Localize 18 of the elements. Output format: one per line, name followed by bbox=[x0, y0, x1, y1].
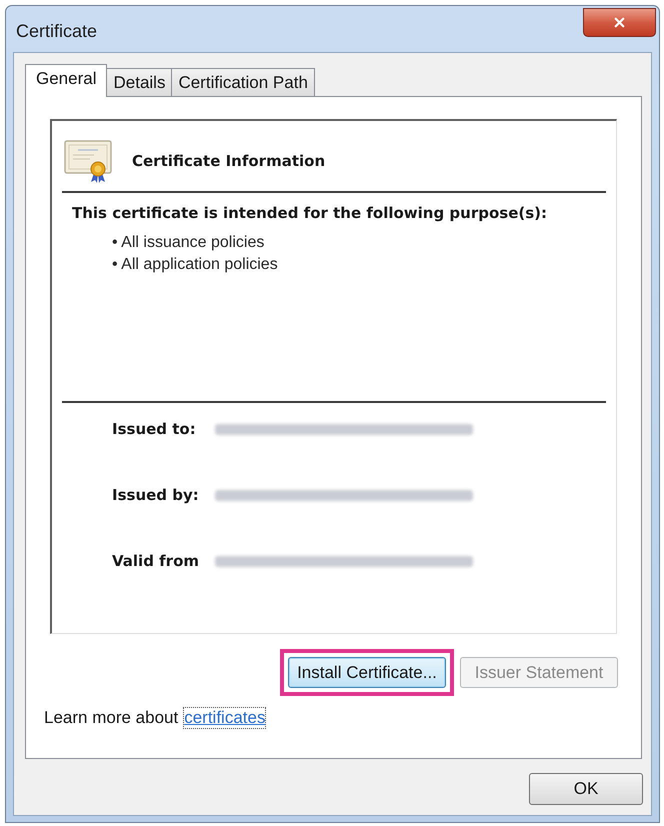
ok-button[interactable]: OK bbox=[529, 773, 643, 805]
field-label: Issued to: bbox=[112, 420, 197, 438]
window-title: Certificate bbox=[16, 20, 98, 42]
section-heading: Certificate Information bbox=[132, 152, 326, 170]
purpose-item: • All issuance policies bbox=[112, 233, 264, 253]
close-button[interactable] bbox=[583, 8, 656, 37]
certificates-link[interactable]: certificates bbox=[183, 707, 266, 729]
tab[interactable]: General bbox=[25, 64, 108, 97]
tab[interactable]: Certification Path bbox=[171, 68, 315, 96]
tab[interactable]: Details bbox=[106, 68, 172, 96]
purpose-item: • All application policies bbox=[112, 255, 278, 275]
dialog-button[interactable]: Install Certificate... bbox=[288, 657, 446, 688]
field-label: Issued by: bbox=[112, 486, 200, 504]
field-label: Valid from bbox=[112, 552, 200, 570]
purpose-heading: This certificate is intended for the following purpose(s): bbox=[72, 204, 548, 222]
close-icon bbox=[612, 15, 627, 30]
learn-more-text: Learn more about bbox=[44, 708, 178, 728]
certificate-icon bbox=[64, 139, 114, 183]
